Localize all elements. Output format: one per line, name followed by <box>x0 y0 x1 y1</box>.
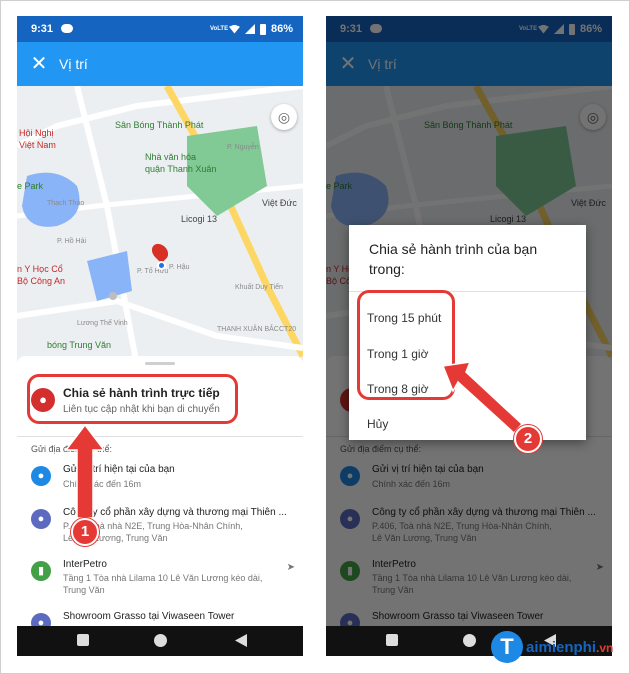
step-badge-2: 2 <box>514 425 542 453</box>
step-badge-1: 1 <box>71 518 99 546</box>
watermark-tld: .vn <box>596 641 614 655</box>
watermark-text: aimienphi.vn <box>526 639 613 656</box>
watermark-brand: aimienphi <box>526 639 597 656</box>
arrow-up-icon <box>64 423 106 519</box>
watermark-logo: T <box>491 631 523 663</box>
arrow-diagonal-icon <box>441 361 524 435</box>
callout-arrows <box>64 361 524 519</box>
